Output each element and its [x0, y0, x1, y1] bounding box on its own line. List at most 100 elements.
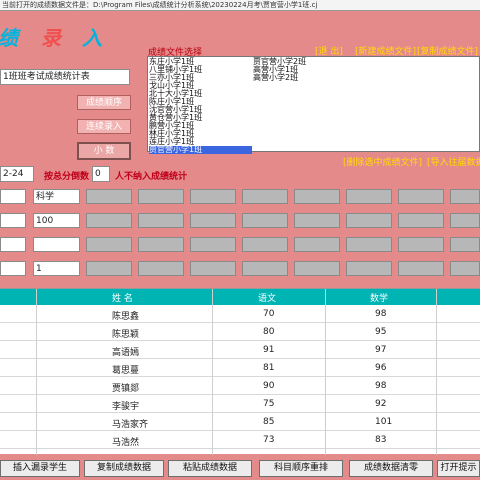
subject-field[interactable]: 科学 [33, 189, 80, 204]
row1-field-a[interactable] [0, 189, 26, 204]
cell-chinese[interactable]: 80 [263, 327, 274, 337]
row2-field-h[interactable] [346, 213, 392, 228]
row4-field-d[interactable] [138, 261, 184, 276]
cell-math[interactable]: 83 [375, 435, 386, 445]
table-row[interactable]: 葛思蔓 81 96 [0, 359, 480, 377]
row1-field-h[interactable] [346, 189, 392, 204]
table-row[interactable]: 陈思鑫 70 98 [0, 305, 480, 323]
bottom-button[interactable]: 插入漏录学生 [0, 460, 80, 477]
score-grid[interactable]: 姓 名 语文 数学 陈思鑫 70 98 陈思颖 80 95 高语嫣 91 97 葛思蔓 81 96 贾镇… [0, 288, 480, 455]
row1-field-c[interactable] [86, 189, 132, 204]
grid-header: 姓 名 语文 数学 [0, 289, 480, 305]
cell-name[interactable]: 陈思鑫 [112, 309, 139, 322]
cell-name[interactable]: 马浩然 [112, 435, 139, 448]
file-item[interactable]: 高营小学2班 [253, 74, 298, 82]
row1-field-j[interactable] [450, 189, 480, 204]
continuous-entry-button[interactable]: 连续录入 [77, 119, 131, 134]
row3-field-c[interactable] [86, 237, 132, 252]
bottom-button[interactable]: 粘贴成绩数据 [168, 460, 252, 477]
row1-field-e[interactable] [190, 189, 236, 204]
row2-field-i[interactable] [398, 213, 444, 228]
cell-math[interactable]: 92 [375, 399, 386, 409]
cell-chinese[interactable]: 75 [263, 399, 274, 409]
cell-name[interactable]: 贾镇郯 [112, 381, 139, 394]
row1-field-f[interactable] [242, 189, 288, 204]
row3-field-h[interactable] [346, 237, 392, 252]
cell-name[interactable]: 陈思颖 [112, 327, 139, 340]
delete-file-link[interactable]: [删除选中成绩文件] [343, 155, 422, 168]
file-listbox[interactable]: 东庄小学1班 八里铺小学1班 三亦小学1班 戈山小学1班 北十大小学1班 陈庄小学1班 沈官… [147, 56, 480, 154]
row2-field-f[interactable] [242, 213, 288, 228]
row4-field-j[interactable] [450, 261, 480, 276]
row1-field-g[interactable] [294, 189, 340, 204]
full-score-field[interactable]: 100 [33, 213, 80, 228]
cell-name[interactable]: 马浩家齐 [112, 417, 148, 430]
cell-name[interactable]: 高语嫣 [112, 345, 139, 358]
row4-field-g[interactable] [294, 261, 340, 276]
row2-field-j[interactable] [450, 213, 480, 228]
row3-field-e[interactable] [190, 237, 236, 252]
table-row[interactable]: 马浩家齐 85 101 [0, 413, 480, 431]
bottom-button[interactable]: 打开提示 [437, 460, 480, 477]
row3-field-g[interactable] [294, 237, 340, 252]
row3-field-b[interactable] [33, 237, 80, 252]
exclude-label: 按总分倒数 [44, 172, 90, 182]
table-title-field[interactable]: 1班班考试成绩统计表 [0, 69, 130, 85]
logo-char-1: 绩 [0, 26, 18, 50]
import-link[interactable]: [导入往届数据] [427, 155, 480, 168]
row4-field-i[interactable] [398, 261, 444, 276]
row3-field-i[interactable] [398, 237, 444, 252]
row3-field-d[interactable] [138, 237, 184, 252]
row2-field-g[interactable] [294, 213, 340, 228]
header-math[interactable]: 数学 [370, 291, 388, 304]
cell-name[interactable]: 葛思蔓 [112, 363, 139, 376]
bottom-button[interactable]: 成绩数据清零 [349, 460, 433, 477]
header-name[interactable]: 姓 名 [112, 291, 133, 304]
row2-field-d[interactable] [138, 213, 184, 228]
cell-chinese[interactable]: 70 [263, 309, 274, 319]
row1-field-d[interactable] [138, 189, 184, 204]
exclude-count-field[interactable]: 0 [92, 166, 110, 182]
cell-math[interactable]: 96 [375, 363, 386, 373]
row3-field-f[interactable] [242, 237, 288, 252]
file-item[interactable]: 贾官营小学1班 [149, 146, 252, 154]
bottom-button[interactable]: 复制成绩数据 [84, 460, 164, 477]
row4-field-f[interactable] [242, 261, 288, 276]
cell-chinese[interactable]: 85 [263, 417, 274, 427]
table-row[interactable]: 马浩然 73 83 [0, 431, 480, 449]
cell-chinese[interactable]: 81 [263, 363, 274, 373]
row1-field-i[interactable] [398, 189, 444, 204]
row2-field-e[interactable] [190, 213, 236, 228]
row4-field-h[interactable] [346, 261, 392, 276]
logo-char-2: 录 [40, 26, 61, 50]
table-row[interactable]: 贾镇郯 90 98 [0, 377, 480, 395]
cell-math[interactable]: 101 [375, 417, 392, 427]
header-chinese[interactable]: 语文 [258, 291, 276, 304]
table-row[interactable]: 李骏宇 75 92 [0, 395, 480, 413]
weight-field[interactable]: 1 [33, 261, 80, 276]
row2-field-a[interactable] [0, 213, 26, 228]
bottom-button[interactable]: 科目顺序重排 [259, 460, 343, 477]
cell-math[interactable]: 98 [375, 309, 386, 319]
cell-name[interactable]: 李骏宇 [112, 399, 139, 412]
cell-chinese[interactable]: 90 [263, 381, 274, 391]
row4-field-e[interactable] [190, 261, 236, 276]
table-row[interactable]: 高语嫣 91 97 [0, 341, 480, 359]
sort-button[interactable]: 成绩顺序 [77, 95, 131, 110]
cell-math[interactable]: 98 [375, 381, 386, 391]
table-row[interactable]: 陈思颖 80 95 [0, 323, 480, 341]
row2-field-c[interactable] [86, 213, 132, 228]
cell-math[interactable]: 97 [375, 345, 386, 355]
row4-field-c[interactable] [86, 261, 132, 276]
cell-math[interactable]: 95 [375, 327, 386, 337]
logo: 绩 录 入 [0, 22, 102, 51]
logo-char-3: 入 [81, 26, 102, 50]
row3-field-j[interactable] [450, 237, 480, 252]
row4-field-a[interactable] [0, 261, 26, 276]
decimal-button[interactable]: 小 数 [77, 142, 131, 160]
date-field[interactable]: 2-24 [0, 166, 34, 182]
cell-chinese[interactable]: 73 [263, 435, 274, 445]
row3-field-a[interactable] [0, 237, 26, 252]
window-title: 当前打开的成绩数据文件是：D:\Program Files\成绩统计分析系统\2… [0, 0, 480, 11]
cell-chinese[interactable]: 91 [263, 345, 274, 355]
